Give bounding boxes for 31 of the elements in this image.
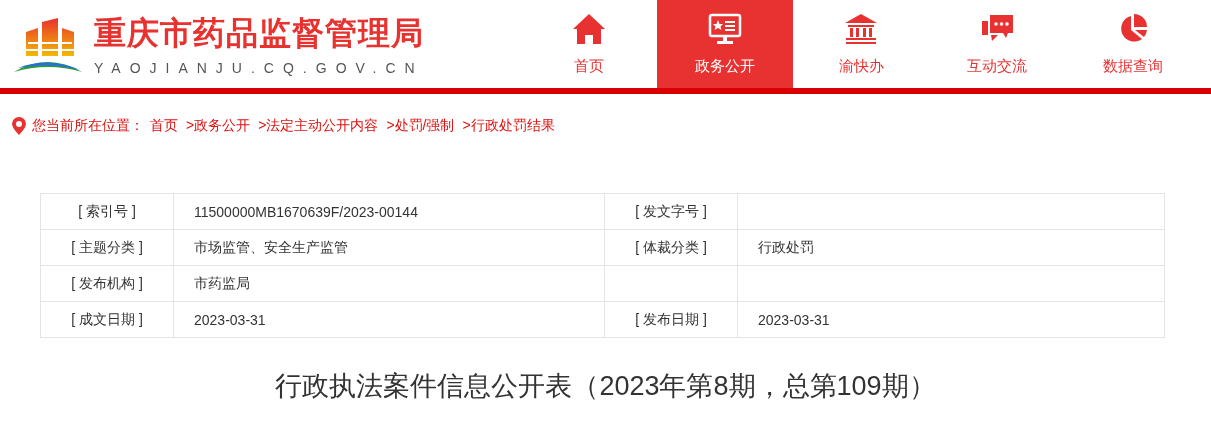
field-value: 11500000MB1670639F/2023-00144 (194, 203, 418, 220)
nav-tab[interactable]: 互动交流 (929, 0, 1065, 88)
monitor-icon (708, 12, 742, 45)
field-label: [ 主题分类 ] (71, 238, 143, 255)
breadcrumb-link[interactable]: >处罚/强制 (386, 117, 455, 135)
field-label: [ 体裁分类 ] (635, 238, 707, 255)
nav-tab[interactable]: 首页 (521, 0, 657, 88)
field-label: [ 发布机构 ] (71, 274, 143, 291)
home-icon (572, 12, 606, 45)
field-label: [ 发文字号 ] (635, 202, 707, 219)
nav-tab[interactable]: 数据查询 (1065, 0, 1201, 88)
field-label: [ 成文日期 ] (71, 310, 143, 327)
breadcrumb-link[interactable]: >法定主动公开内容 (258, 117, 379, 135)
site-title: 重庆市药品监督管理局 (94, 14, 424, 53)
site-domain: YAOJIANJU.CQ.GOV.CN (94, 60, 424, 76)
breadcrumb-link[interactable]: 首页 (150, 117, 178, 135)
nav-tab[interactable]: 渝快办 (793, 0, 929, 88)
breadcrumb-link[interactable]: >行政处罚结果 (462, 117, 555, 135)
field-label: [ 索引号 ] (78, 202, 136, 219)
location-pin-icon (12, 117, 26, 135)
field-value: 市药监局 (194, 274, 250, 291)
article-title: 行政执法案件信息公开表（2023年第8期，总第109期） (274, 370, 937, 403)
breadcrumb-label: 您当前所在位置： (32, 117, 144, 135)
field-label: [ 发布日期 ] (635, 310, 707, 327)
breadcrumb-link[interactable]: >政务公开 (186, 117, 251, 135)
field-value: 市场监管、安全生产监管 (194, 238, 348, 255)
field-value: 行政处罚 (758, 238, 814, 255)
field-value: 2023-03-31 (758, 311, 830, 328)
field-value: 2023-03-31 (194, 311, 266, 328)
nav-tab[interactable]: 政务公开 (657, 0, 793, 88)
bank-icon (844, 12, 878, 45)
